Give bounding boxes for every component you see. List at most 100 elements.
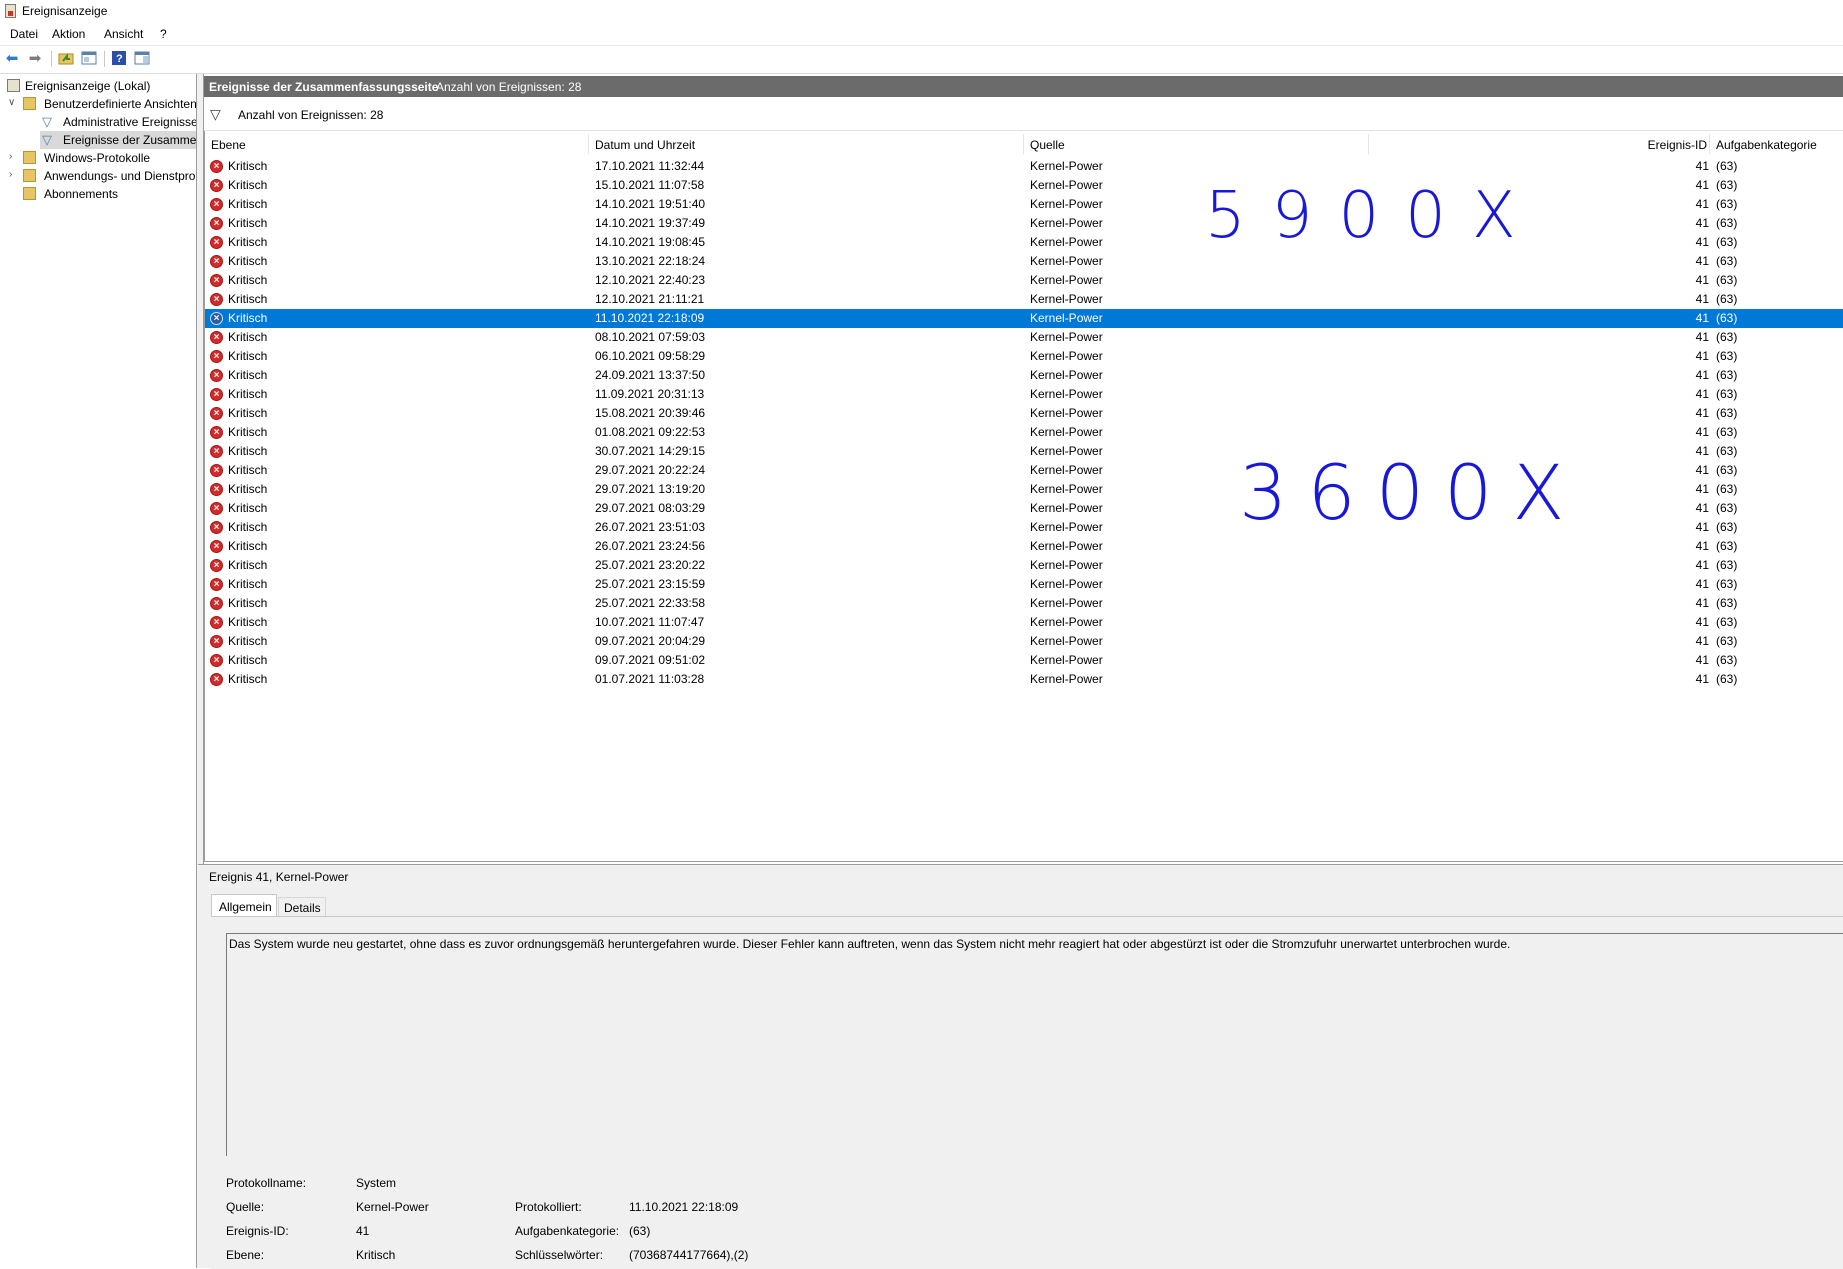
table-row[interactable]: × Kritisch 29.07.2021 13:19:20 Kernel-Power… <box>205 480 1843 499</box>
table-row[interactable]: × Kritisch 11.10.2021 22:18:09 Kernel-Power… <box>205 309 1843 328</box>
menu-aktion[interactable]: Aktion <box>52 27 85 41</box>
table-row[interactable]: × Kritisch 24.09.2021 13:37:50 Kernel-Power… <box>205 366 1843 385</box>
cell-datetime: 25.07.2021 23:20:22 <box>595 558 706 572</box>
label-logged: Protokolliert: <box>515 1200 582 1214</box>
menu-datei[interactable]: Datei <box>10 27 38 41</box>
folder-up-icon[interactable] <box>57 50 75 68</box>
table-row[interactable]: × Kritisch 15.10.2021 11:07:58 Kernel-Power… <box>205 176 1843 195</box>
cell-event-id: 41 <box>1695 482 1709 496</box>
table-row[interactable]: × Kritisch 25.07.2021 23:20:22 Kernel-Power… <box>205 556 1843 575</box>
chevron-down-icon[interactable]: ∨ <box>8 97 18 108</box>
cell-datetime: 15.10.2021 11:07:58 <box>595 178 705 192</box>
cell-source: Kernel-Power <box>1030 444 1103 458</box>
table-row[interactable]: × Kritisch 01.07.2021 11:03:28 Kernel-Power… <box>205 670 1843 689</box>
column-header-level[interactable]: Ebene <box>205 131 588 157</box>
table-row[interactable]: × Kritisch 09.07.2021 09:51:02 Kernel-Power… <box>205 651 1843 670</box>
cell-task-category: (63) <box>1716 235 1738 249</box>
event-description[interactable]: Das System wurde neu gestartet, ohne das… <box>226 933 1843 1156</box>
handwritten-annotation-lower: 3600X <box>1239 448 1585 537</box>
tree-item-admin-events[interactable]: ▽ Administrative Ereignisse <box>0 113 196 131</box>
menu-ansicht[interactable]: Ansicht <box>104 27 143 41</box>
cell-source: Kernel-Power <box>1030 349 1103 363</box>
table-row[interactable]: × Kritisch 10.07.2021 11:07:47 Kernel-Power… <box>205 613 1843 632</box>
table-row[interactable]: × Kritisch 26.07.2021 23:51:03 Kernel-Power… <box>205 518 1843 537</box>
label-task-category: Aufgabenkategorie: <box>515 1224 620 1238</box>
cell-task-category: (63) <box>1716 349 1738 363</box>
table-row[interactable]: × Kritisch 06.10.2021 09:58:29 Kernel-Power… <box>205 347 1843 366</box>
cell-event-id: 41 <box>1695 311 1709 325</box>
chevron-right-icon[interactable]: › <box>9 169 19 180</box>
table-row[interactable]: × Kritisch 08.10.2021 07:59:03 Kernel-Power… <box>205 328 1843 347</box>
tree-item-custom-views[interactable]: ∨ Benutzerdefinierte Ansichten <box>0 95 196 113</box>
table-row[interactable]: × Kritisch 17.10.2021 11:32:44 Kernel-Power… <box>205 157 1843 176</box>
tree-item-windows-logs[interactable]: › Windows-Protokolle <box>0 149 196 167</box>
column-header-source[interactable]: Quelle <box>1024 131 1368 157</box>
table-row[interactable]: × Kritisch 14.10.2021 19:37:49 Kernel-Power… <box>205 214 1843 233</box>
cell-level: Kritisch <box>228 254 268 268</box>
filter-funnel-icon: ▽ <box>210 106 221 122</box>
cell-source: Kernel-Power <box>1030 406 1103 420</box>
cell-datetime: 11.09.2021 20:31:13 <box>595 387 705 401</box>
cell-level: Kritisch <box>228 501 268 515</box>
forward-arrow-icon[interactable]: ➡ <box>26 50 44 68</box>
tab-details[interactable]: Details <box>278 897 326 917</box>
table-row[interactable]: × Kritisch 29.07.2021 20:22:24 Kernel-Power… <box>205 461 1843 480</box>
cell-level: Kritisch <box>228 178 268 192</box>
column-header-event-id[interactable]: Ereignis-ID <box>1369 131 1709 157</box>
column-header-task-category[interactable]: Aufgabenkategorie <box>1710 131 1843 157</box>
properties-icon[interactable] <box>80 50 98 68</box>
table-row[interactable]: × Kritisch 13.10.2021 22:18:24 Kernel-Power… <box>205 252 1843 271</box>
back-arrow-icon[interactable]: ⬅ <box>3 50 21 68</box>
column-header-datetime[interactable]: Datum und Uhrzeit <box>589 131 1023 157</box>
cell-source: Kernel-Power <box>1030 197 1103 211</box>
cell-level: Kritisch <box>228 406 268 420</box>
table-row[interactable]: × Kritisch 15.08.2021 20:39:46 Kernel-Power… <box>205 404 1843 423</box>
cell-task-category: (63) <box>1716 615 1738 629</box>
table-row[interactable]: × Kritisch 14.10.2021 19:08:45 Kernel-Power… <box>205 233 1843 252</box>
tree-item-summary-events[interactable]: ▽ Ereignisse der Zusammen <box>40 131 196 149</box>
cell-datetime: 29.07.2021 13:19:20 <box>595 482 706 496</box>
cell-datetime: 08.10.2021 07:59:03 <box>595 330 706 344</box>
cell-task-category: (63) <box>1716 330 1738 344</box>
cell-level: Kritisch <box>228 463 268 477</box>
critical-error-icon: × <box>210 388 223 401</box>
table-row[interactable]: × Kritisch 11.09.2021 20:31:13 Kernel-Power… <box>205 385 1843 404</box>
cell-task-category: (63) <box>1716 425 1738 439</box>
cell-level: Kritisch <box>228 159 268 173</box>
cell-task-category: (63) <box>1716 672 1738 686</box>
cell-task-category: (63) <box>1716 539 1738 553</box>
table-row[interactable]: × Kritisch 25.07.2021 23:15:59 Kernel-Power… <box>205 575 1843 594</box>
critical-error-icon: × <box>210 293 223 306</box>
table-row[interactable]: × Kritisch 25.07.2021 22:33:58 Kernel-Power… <box>205 594 1843 613</box>
table-row[interactable]: × Kritisch 26.07.2021 23:24:56 Kernel-Power… <box>205 537 1843 556</box>
table-row[interactable]: × Kritisch 14.10.2021 19:51:40 Kernel-Power… <box>205 195 1843 214</box>
critical-error-icon: × <box>210 217 223 230</box>
event-details-header: Ereignis 41, Kernel-Power <box>198 864 1843 890</box>
event-viewer-icon <box>7 79 20 92</box>
table-row[interactable]: × Kritisch 29.07.2021 08:03:29 Kernel-Power… <box>205 499 1843 518</box>
critical-error-icon: × <box>210 369 223 382</box>
menu-help[interactable]: ? <box>160 27 167 41</box>
help-icon[interactable]: ? <box>110 50 128 68</box>
critical-error-icon: × <box>210 407 223 420</box>
table-row[interactable]: × Kritisch 30.07.2021 14:29:15 Kernel-Power… <box>205 442 1843 461</box>
cell-event-id: 41 <box>1695 197 1709 211</box>
cell-level: Kritisch <box>228 558 268 572</box>
critical-error-icon: × <box>210 540 223 553</box>
cell-event-id: 41 <box>1695 672 1709 686</box>
chevron-right-icon[interactable]: › <box>9 151 19 162</box>
tree-item-subscriptions[interactable]: Abonnements <box>0 185 196 203</box>
cell-event-id: 41 <box>1695 387 1709 401</box>
table-row[interactable]: × Kritisch 01.08.2021 09:22:53 Kernel-Power… <box>205 423 1843 442</box>
folder-icon <box>23 151 36 164</box>
tree-item-app-service-logs[interactable]: › Anwendungs- und Dienstpro <box>0 167 196 185</box>
tab-general[interactable]: Allgemein <box>211 894 277 917</box>
table-row[interactable]: × Kritisch 12.10.2021 22:40:23 Kernel-Power… <box>205 271 1843 290</box>
cell-datetime: 12.10.2021 22:40:23 <box>595 273 706 287</box>
menu-bar: Datei Aktion Ansicht ? <box>0 23 1843 45</box>
table-row[interactable]: × Kritisch 09.07.2021 20:04:29 Kernel-Power… <box>205 632 1843 651</box>
critical-error-icon: × <box>210 616 223 629</box>
tree-item-root[interactable]: Ereignisanzeige (Lokal) <box>0 77 196 95</box>
action-pane-icon[interactable] <box>133 50 151 68</box>
table-row[interactable]: × Kritisch 12.10.2021 21:11:21 Kernel-Power… <box>205 290 1843 309</box>
